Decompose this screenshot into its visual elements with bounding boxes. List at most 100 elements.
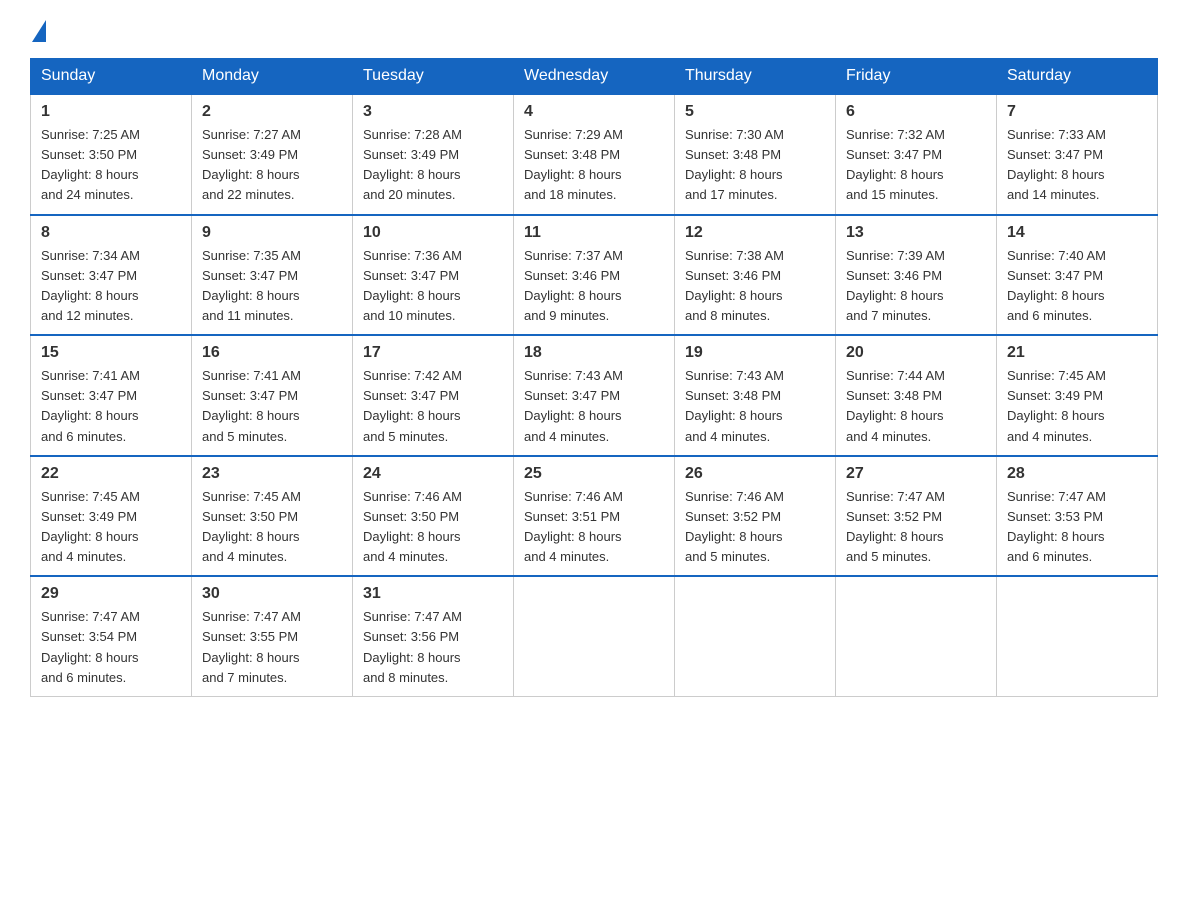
- day-info: Sunrise: 7:45 AMSunset: 3:50 PMDaylight:…: [202, 487, 342, 568]
- day-number: 25: [524, 465, 664, 483]
- day-number: 12: [685, 224, 825, 242]
- calendar-cell: 7 Sunrise: 7:33 AMSunset: 3:47 PMDaylight…: [997, 94, 1158, 215]
- day-number: 30: [202, 585, 342, 603]
- day-number: 20: [846, 344, 986, 362]
- day-info: Sunrise: 7:42 AMSunset: 3:47 PMDaylight:…: [363, 366, 503, 447]
- calendar-cell: 1 Sunrise: 7:25 AMSunset: 3:50 PMDaylight…: [31, 94, 192, 215]
- day-info: Sunrise: 7:46 AMSunset: 3:50 PMDaylight:…: [363, 487, 503, 568]
- day-number: 10: [363, 224, 503, 242]
- day-info: Sunrise: 7:46 AMSunset: 3:51 PMDaylight:…: [524, 487, 664, 568]
- calendar-cell: 22 Sunrise: 7:45 AMSunset: 3:49 PMDayligh…: [31, 456, 192, 577]
- col-header-sunday: Sunday: [31, 59, 192, 95]
- day-info: Sunrise: 7:28 AMSunset: 3:49 PMDaylight:…: [363, 125, 503, 206]
- day-number: 3: [363, 103, 503, 121]
- day-number: 14: [1007, 224, 1147, 242]
- page-header: [30, 20, 1158, 40]
- col-header-saturday: Saturday: [997, 59, 1158, 95]
- day-number: 31: [363, 585, 503, 603]
- week-row-1: 1 Sunrise: 7:25 AMSunset: 3:50 PMDaylight…: [31, 94, 1158, 215]
- col-header-thursday: Thursday: [675, 59, 836, 95]
- week-row-5: 29 Sunrise: 7:47 AMSunset: 3:54 PMDayligh…: [31, 576, 1158, 696]
- calendar-cell: 29 Sunrise: 7:47 AMSunset: 3:54 PMDayligh…: [31, 576, 192, 696]
- calendar-cell: [997, 576, 1158, 696]
- day-info: Sunrise: 7:38 AMSunset: 3:46 PMDaylight:…: [685, 246, 825, 327]
- day-info: Sunrise: 7:27 AMSunset: 3:49 PMDaylight:…: [202, 125, 342, 206]
- day-info: Sunrise: 7:35 AMSunset: 3:47 PMDaylight:…: [202, 246, 342, 327]
- day-number: 16: [202, 344, 342, 362]
- day-info: Sunrise: 7:32 AMSunset: 3:47 PMDaylight:…: [846, 125, 986, 206]
- day-info: Sunrise: 7:30 AMSunset: 3:48 PMDaylight:…: [685, 125, 825, 206]
- day-number: 22: [41, 465, 181, 483]
- day-number: 24: [363, 465, 503, 483]
- day-info: Sunrise: 7:45 AMSunset: 3:49 PMDaylight:…: [1007, 366, 1147, 447]
- day-number: 8: [41, 224, 181, 242]
- day-number: 4: [524, 103, 664, 121]
- day-number: 6: [846, 103, 986, 121]
- calendar-cell: 10 Sunrise: 7:36 AMSunset: 3:47 PMDayligh…: [353, 215, 514, 336]
- calendar-cell: 11 Sunrise: 7:37 AMSunset: 3:46 PMDayligh…: [514, 215, 675, 336]
- calendar-cell: 28Sunrise: 7:47 AMSunset: 3:53 PMDayligh…: [997, 456, 1158, 577]
- day-number: 18: [524, 344, 664, 362]
- calendar-cell: 31 Sunrise: 7:47 AMSunset: 3:56 PMDayligh…: [353, 576, 514, 696]
- day-number: 1: [41, 103, 181, 121]
- calendar-cell: 30 Sunrise: 7:47 AMSunset: 3:55 PMDayligh…: [192, 576, 353, 696]
- col-header-monday: Monday: [192, 59, 353, 95]
- calendar-table: SundayMondayTuesdayWednesdayThursdayFrid…: [30, 58, 1158, 697]
- calendar-cell: 20 Sunrise: 7:44 AMSunset: 3:48 PMDayligh…: [836, 335, 997, 456]
- calendar-cell: [836, 576, 997, 696]
- day-info: Sunrise: 7:29 AMSunset: 3:48 PMDaylight:…: [524, 125, 664, 206]
- day-info: Sunrise: 7:47 AMSunset: 3:53 PMDaylight:…: [1007, 487, 1147, 568]
- calendar-cell: 3 Sunrise: 7:28 AMSunset: 3:49 PMDaylight…: [353, 94, 514, 215]
- day-number: 5: [685, 103, 825, 121]
- day-info: Sunrise: 7:46 AMSunset: 3:52 PMDaylight:…: [685, 487, 825, 568]
- day-info: Sunrise: 7:47 AMSunset: 3:55 PMDaylight:…: [202, 607, 342, 688]
- day-info: Sunrise: 7:25 AMSunset: 3:50 PMDaylight:…: [41, 125, 181, 206]
- calendar-cell: 17 Sunrise: 7:42 AMSunset: 3:47 PMDayligh…: [353, 335, 514, 456]
- week-row-3: 15Sunrise: 7:41 AMSunset: 3:47 PMDayligh…: [31, 335, 1158, 456]
- day-number: 17: [363, 344, 503, 362]
- day-number: 7: [1007, 103, 1147, 121]
- day-number: 9: [202, 224, 342, 242]
- day-info: Sunrise: 7:33 AMSunset: 3:47 PMDaylight:…: [1007, 125, 1147, 206]
- week-row-2: 8Sunrise: 7:34 AMSunset: 3:47 PMDaylight…: [31, 215, 1158, 336]
- calendar-cell: 8Sunrise: 7:34 AMSunset: 3:47 PMDaylight…: [31, 215, 192, 336]
- day-info: Sunrise: 7:40 AMSunset: 3:47 PMDaylight:…: [1007, 246, 1147, 327]
- day-number: 27: [846, 465, 986, 483]
- day-number: 19: [685, 344, 825, 362]
- day-info: Sunrise: 7:47 AMSunset: 3:56 PMDaylight:…: [363, 607, 503, 688]
- day-number: 21: [1007, 344, 1147, 362]
- calendar-cell: 5 Sunrise: 7:30 AMSunset: 3:48 PMDaylight…: [675, 94, 836, 215]
- calendar-cell: 13Sunrise: 7:39 AMSunset: 3:46 PMDayligh…: [836, 215, 997, 336]
- day-info: Sunrise: 7:37 AMSunset: 3:46 PMDaylight:…: [524, 246, 664, 327]
- day-info: Sunrise: 7:36 AMSunset: 3:47 PMDaylight:…: [363, 246, 503, 327]
- calendar-cell: 19 Sunrise: 7:43 AMSunset: 3:48 PMDayligh…: [675, 335, 836, 456]
- calendar-cell: 15Sunrise: 7:41 AMSunset: 3:47 PMDayligh…: [31, 335, 192, 456]
- header-row: SundayMondayTuesdayWednesdayThursdayFrid…: [31, 59, 1158, 95]
- calendar-cell: 9 Sunrise: 7:35 AMSunset: 3:47 PMDaylight…: [192, 215, 353, 336]
- day-number: 29: [41, 585, 181, 603]
- col-header-tuesday: Tuesday: [353, 59, 514, 95]
- calendar-cell: 24 Sunrise: 7:46 AMSunset: 3:50 PMDayligh…: [353, 456, 514, 577]
- day-info: Sunrise: 7:43 AMSunset: 3:48 PMDaylight:…: [685, 366, 825, 447]
- day-number: 2: [202, 103, 342, 121]
- day-info: Sunrise: 7:39 AMSunset: 3:46 PMDaylight:…: [846, 246, 986, 327]
- col-header-wednesday: Wednesday: [514, 59, 675, 95]
- day-number: 23: [202, 465, 342, 483]
- calendar-cell: 2 Sunrise: 7:27 AMSunset: 3:49 PMDaylight…: [192, 94, 353, 215]
- calendar-cell: 21 Sunrise: 7:45 AMSunset: 3:49 PMDayligh…: [997, 335, 1158, 456]
- day-info: Sunrise: 7:45 AMSunset: 3:49 PMDaylight:…: [41, 487, 181, 568]
- calendar-cell: 4 Sunrise: 7:29 AMSunset: 3:48 PMDaylight…: [514, 94, 675, 215]
- calendar-cell: 25 Sunrise: 7:46 AMSunset: 3:51 PMDayligh…: [514, 456, 675, 577]
- day-info: Sunrise: 7:44 AMSunset: 3:48 PMDaylight:…: [846, 366, 986, 447]
- day-info: Sunrise: 7:47 AMSunset: 3:54 PMDaylight:…: [41, 607, 181, 688]
- calendar-cell: 27Sunrise: 7:47 AMSunset: 3:52 PMDayligh…: [836, 456, 997, 577]
- calendar-cell: 23 Sunrise: 7:45 AMSunset: 3:50 PMDayligh…: [192, 456, 353, 577]
- calendar-cell: 12 Sunrise: 7:38 AMSunset: 3:46 PMDayligh…: [675, 215, 836, 336]
- calendar-cell: 26 Sunrise: 7:46 AMSunset: 3:52 PMDayligh…: [675, 456, 836, 577]
- calendar-cell: [675, 576, 836, 696]
- calendar-cell: 16Sunrise: 7:41 AMSunset: 3:47 PMDayligh…: [192, 335, 353, 456]
- day-number: 11: [524, 224, 664, 242]
- day-number: 26: [685, 465, 825, 483]
- logo: [30, 20, 46, 40]
- day-info: Sunrise: 7:43 AMSunset: 3:47 PMDaylight:…: [524, 366, 664, 447]
